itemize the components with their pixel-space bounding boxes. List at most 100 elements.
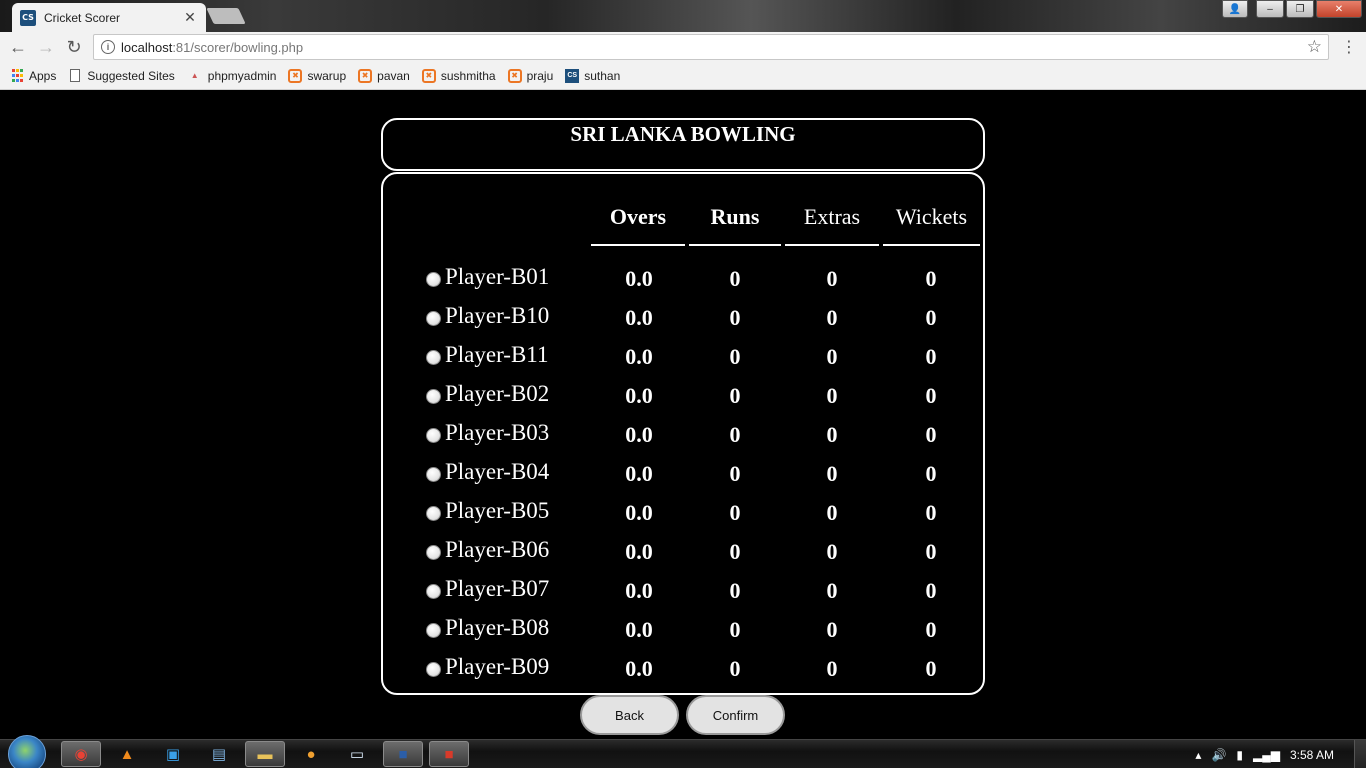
bookmark-label: phpmyadmin	[207, 68, 277, 83]
xampp-icon: ✖	[288, 68, 303, 83]
extras-cell: 0	[826, 305, 838, 330]
browser-menu-icon[interactable]: ⋮	[1340, 36, 1358, 58]
confirm-button[interactable]: Confirm	[686, 695, 785, 735]
app-icon[interactable]: ▣	[153, 741, 193, 767]
back-arrow-icon[interactable]: ←	[7, 36, 29, 58]
player-radio[interactable]	[426, 428, 441, 443]
bookmark-apps[interactable]: Apps	[10, 69, 56, 83]
column-header-wickets: Wickets	[883, 202, 980, 246]
reload-icon[interactable]: ↻	[63, 36, 85, 58]
overs-cell: 0.0	[625, 422, 653, 447]
runs-cell: 0	[729, 383, 741, 408]
forward-arrow-icon[interactable]: →	[35, 36, 57, 58]
cricket-scorer-favicon-icon: CS	[20, 9, 36, 26]
browser-tab[interactable]: CS Cricket Scorer ✕	[12, 3, 206, 32]
back-button[interactable]: Back	[580, 695, 679, 735]
browser-toolbar: ← → ↻ i localhost:81/scorer/bowling.php …	[0, 32, 1366, 62]
notepad-icon[interactable]: ▭	[337, 741, 377, 767]
apps-grid-icon	[10, 69, 24, 83]
player-name: Player-B01	[445, 264, 550, 289]
wickets-cell: 0	[925, 539, 937, 564]
player-radio[interactable]	[426, 623, 441, 638]
bookmark-label: Suggested Sites	[87, 68, 175, 83]
wickets-cell: 0	[925, 422, 937, 447]
player-radio[interactable]	[426, 350, 441, 365]
window-titlebar: CS Cricket Scorer ✕ 👤 – ❐ ✕	[0, 0, 1366, 32]
word-icon[interactable]: ■	[383, 741, 423, 767]
overs-cell: 0.0	[625, 500, 653, 525]
clock[interactable]: 3:58 AM	[1290, 748, 1334, 762]
overs-cell: 0.0	[625, 539, 653, 564]
bookmarks-bar: Apps Suggested Sites ▲ phpmyadmin ✖ swar…	[0, 62, 1366, 90]
overs-cell: 0.0	[625, 656, 653, 681]
bookmark-label: suthan	[584, 68, 621, 83]
bookmark-star-icon[interactable]: ☆	[1307, 37, 1322, 57]
overs-cell: 0.0	[625, 383, 653, 408]
wickets-cell: 0	[925, 617, 937, 642]
page-content: SRI LANKA BOWLING Overs Runs Extras Wick…	[0, 91, 1366, 739]
media-icon[interactable]: ●	[291, 741, 331, 767]
runs-cell: 0	[729, 578, 741, 603]
maximize-button[interactable]: ❐	[1286, 0, 1314, 18]
player-row: Player-B06 0.0 0 0 0	[383, 534, 983, 573]
player-name: Player-B10	[445, 303, 550, 328]
extras-cell: 0	[826, 422, 838, 447]
vlc-icon[interactable]: ▲	[107, 741, 147, 767]
new-tab-button[interactable]	[206, 8, 246, 24]
start-button-icon[interactable]	[8, 735, 46, 768]
minimize-button[interactable]: –	[1256, 0, 1284, 18]
player-radio[interactable]	[426, 272, 441, 287]
explorer-icon[interactable]: ▬	[245, 741, 285, 767]
info-icon[interactable]: i	[101, 40, 115, 54]
pdf-icon[interactable]: ■	[429, 741, 469, 767]
column-header-extras: Extras	[785, 202, 879, 246]
player-radio[interactable]	[426, 545, 441, 560]
wickets-cell: 0	[925, 656, 937, 681]
player-row: Player-B08 0.0 0 0 0	[383, 612, 983, 651]
xampp-icon: ✖	[507, 68, 522, 83]
close-window-button[interactable]: ✕	[1316, 0, 1362, 18]
player-row: Player-B04 0.0 0 0 0	[383, 456, 983, 495]
bookmark-label: Apps	[29, 68, 57, 83]
xampp-icon: ✖	[358, 68, 373, 83]
overs-cell: 0.0	[625, 578, 653, 603]
bookmark-label: praju	[526, 68, 554, 83]
extras-cell: 0	[826, 617, 838, 642]
bookmark-phpmyadmin[interactable]: ▲ phpmyadmin	[187, 69, 277, 83]
profile-icon[interactable]: 👤	[1222, 0, 1248, 18]
network-icon[interactable]: ▂▄▆	[1253, 748, 1280, 762]
paint-icon[interactable]: ▤	[199, 741, 239, 767]
tab-close-icon[interactable]: ✕	[182, 9, 198, 26]
player-radio[interactable]	[426, 584, 441, 599]
player-name: Player-B09	[445, 654, 550, 679]
player-radio[interactable]	[426, 389, 441, 404]
tray-expand-icon[interactable]: ▴	[1195, 748, 1201, 762]
player-radio[interactable]	[426, 467, 441, 482]
runs-cell: 0	[729, 461, 741, 486]
address-bar[interactable]: i localhost:81/scorer/bowling.php ☆	[93, 34, 1329, 60]
url-host: localhost	[121, 39, 173, 55]
player-row: Player-B05 0.0 0 0 0	[383, 495, 983, 534]
bookmark-sushmitha[interactable]: ✖ sushmitha	[421, 68, 496, 83]
bookmark-swarup[interactable]: ✖ swarup	[288, 68, 346, 83]
power-icon[interactable]: ▮	[1236, 748, 1243, 762]
player-row: Player-B07 0.0 0 0 0	[383, 573, 983, 612]
bookmark-suthan[interactable]: CS suthan	[565, 68, 621, 83]
bookmark-suggested-sites[interactable]: Suggested Sites	[68, 68, 175, 83]
runs-cell: 0	[729, 656, 741, 681]
volume-icon[interactable]: 🔊	[1211, 748, 1226, 762]
bookmark-pavan[interactable]: ✖ pavan	[358, 68, 410, 83]
player-radio[interactable]	[426, 311, 441, 326]
runs-cell: 0	[729, 422, 741, 447]
wickets-cell: 0	[925, 500, 937, 525]
runs-cell: 0	[729, 617, 741, 642]
player-name: Player-B06	[445, 537, 550, 562]
player-radio[interactable]	[426, 506, 441, 521]
runs-cell: 0	[729, 344, 741, 369]
bookmark-label: sushmitha	[440, 68, 496, 83]
player-radio[interactable]	[426, 662, 441, 677]
show-desktop-button[interactable]	[1354, 740, 1366, 768]
bookmark-praju[interactable]: ✖ praju	[507, 68, 554, 83]
chrome-icon[interactable]: ◉	[61, 741, 101, 767]
windows-taskbar: ◉ ▲ ▣ ▤ ▬ ● ▭ ■ ■ ▴ 🔊 ▮ ▂▄▆ 3:58 AM	[0, 735, 1366, 768]
